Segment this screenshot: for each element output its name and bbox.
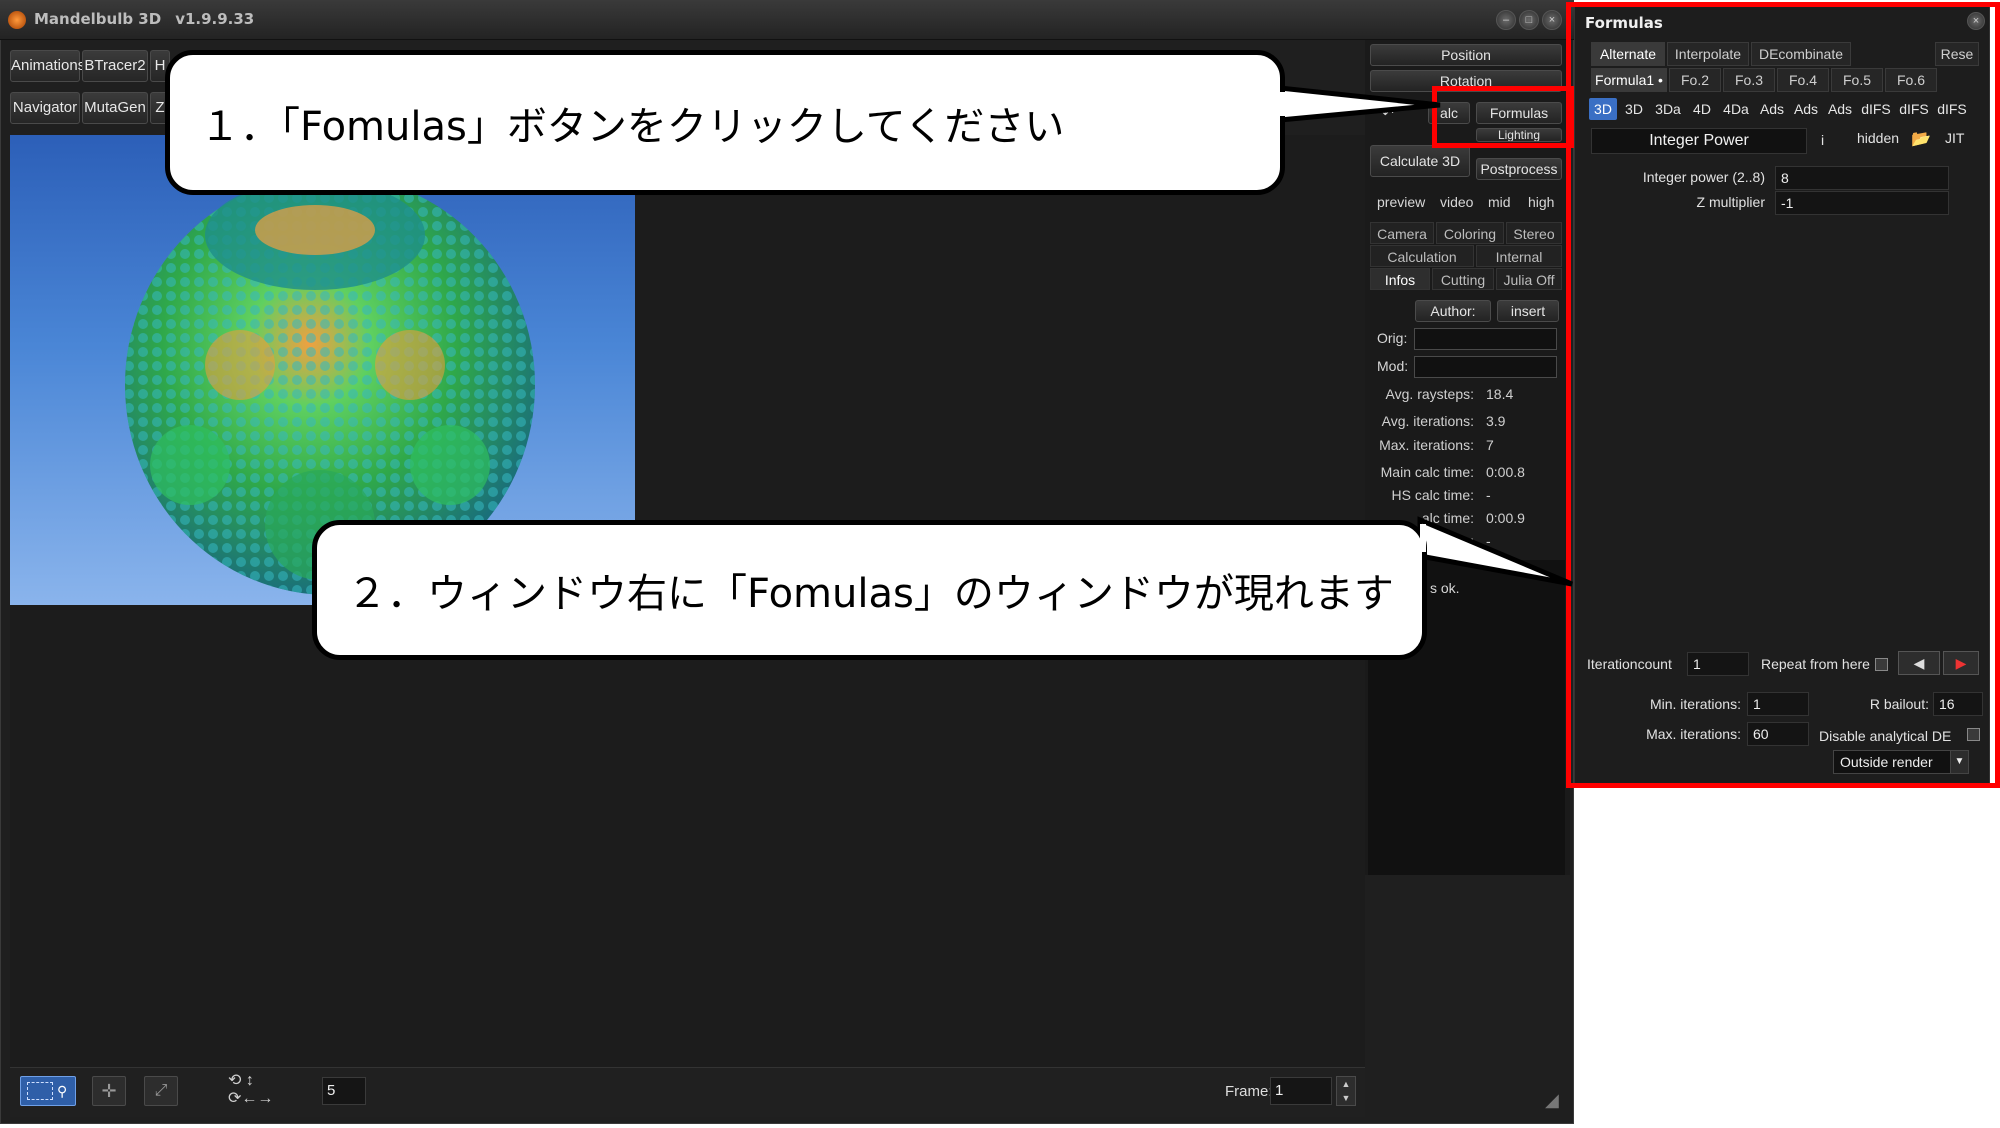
quality-preview[interactable]: preview bbox=[1377, 194, 1425, 210]
callout2-tail-join bbox=[1420, 524, 1426, 552]
magnifier-icon: ⚲ bbox=[57, 1083, 68, 1099]
marquee-icon bbox=[27, 1082, 53, 1100]
frame-spinner[interactable]: ▲ ▼ bbox=[1336, 1076, 1356, 1106]
crosshair-icon: ✛ bbox=[101, 1081, 117, 1101]
frame-input[interactable]: 1 bbox=[1270, 1077, 1332, 1105]
animations-button[interactable]: Animations bbox=[10, 50, 85, 82]
formulas-button-highlight bbox=[1432, 86, 1574, 148]
info-value-main-calc: 0:00.8 bbox=[1486, 464, 1525, 480]
step-count-input[interactable]: 5 bbox=[322, 1077, 366, 1105]
maximize-button[interactable]: □ bbox=[1519, 10, 1539, 30]
mod-input[interactable] bbox=[1414, 356, 1557, 378]
close-button[interactable]: × bbox=[1542, 10, 1562, 30]
btracer2-button[interactable]: BTracer2 bbox=[82, 50, 148, 82]
info-value-max-iterations: 7 bbox=[1486, 437, 1494, 453]
callout-step1-text: １．「Fomulas」ボタンをクリックしてください bbox=[200, 103, 1065, 150]
info-value-other-time: - bbox=[1486, 533, 1491, 549]
app-logo-icon bbox=[8, 11, 26, 29]
mod-label: Mod: bbox=[1377, 358, 1409, 374]
calculate3d-button[interactable]: Calculate 3D bbox=[1370, 145, 1470, 177]
tab-calculation[interactable]: Calculation bbox=[1370, 245, 1474, 267]
mutagen-button[interactable]: MutaGen bbox=[82, 92, 148, 124]
quality-video[interactable]: video bbox=[1440, 194, 1473, 210]
info-label-hs-calc: HS calc time: bbox=[1391, 487, 1474, 503]
bottom-toolbar: ⚲ ✛ ⤢ ⟲ ↕ ⟳←→ 5 Frame: 1 ▲ ▼ bbox=[10, 1067, 1365, 1117]
info-value-avg-iterations: 3.9 bbox=[1486, 413, 1506, 429]
pipette-icon: ⤢ bbox=[154, 1082, 168, 1099]
info-value-total-calc: 0:00.9 bbox=[1486, 510, 1525, 526]
info-label-avg-iterations: Avg. iterations: bbox=[1381, 413, 1474, 429]
callout-step2: ２．ウィンドウ右に「Fomulas」のウィンドウが現れます bbox=[312, 520, 1427, 660]
orig-label: Orig: bbox=[1377, 330, 1408, 346]
orig-input[interactable] bbox=[1414, 328, 1557, 350]
tab-julia-off[interactable]: Julia Off bbox=[1496, 268, 1562, 290]
tab-coloring[interactable]: Coloring bbox=[1436, 222, 1504, 244]
quality-high[interactable]: high bbox=[1528, 194, 1554, 210]
frame-label: Frame: bbox=[1225, 1083, 1273, 1100]
insert-button[interactable]: insert bbox=[1497, 300, 1559, 322]
app-version: v1.9.9.33 bbox=[175, 10, 255, 28]
info-label-raysteps: Avg. raysteps: bbox=[1385, 386, 1474, 402]
navigator-button[interactable]: Navigator bbox=[10, 92, 80, 124]
titlebar[interactable]: Mandelbulb 3D v1.9.9.33 – □ × bbox=[0, 0, 1574, 40]
info-label-main-calc: Main calc time: bbox=[1380, 464, 1474, 480]
postprocess-button[interactable]: Postprocess bbox=[1476, 158, 1562, 180]
status-text: s ok. bbox=[1430, 580, 1460, 596]
tab-infos[interactable]: Infos bbox=[1370, 268, 1430, 290]
navigation-arrows-icon: ⟲ ↕ ⟳←→ bbox=[228, 1072, 274, 1107]
undo-icon[interactable]: ↶ bbox=[1382, 105, 1394, 122]
minimize-button[interactable]: – bbox=[1496, 10, 1516, 30]
author-button[interactable]: Author: bbox=[1415, 300, 1491, 322]
crosshair-button[interactable]: ✛ bbox=[92, 1076, 126, 1106]
info-value-hs-calc: - bbox=[1486, 487, 1491, 503]
quality-mid[interactable]: mid bbox=[1488, 194, 1511, 210]
zoom-select-button[interactable]: ⚲ bbox=[20, 1076, 76, 1106]
tab-camera[interactable]: Camera bbox=[1370, 222, 1434, 244]
formulas-window-highlight bbox=[1566, 2, 2000, 788]
callout-step1: １．「Fomulas」ボタンをクリックしてください bbox=[165, 50, 1285, 195]
info-value-raysteps: 18.4 bbox=[1486, 386, 1514, 402]
window-title: Mandelbulb 3D v1.9.9.33 bbox=[34, 10, 254, 28]
info-label-max-iterations: Max. iterations: bbox=[1379, 437, 1474, 453]
resize-grip-icon[interactable]: ◢ bbox=[1545, 1090, 1559, 1111]
pick-button[interactable]: ⤢ bbox=[144, 1076, 178, 1106]
tab-internal[interactable]: Internal bbox=[1476, 245, 1562, 267]
tab-cutting[interactable]: Cutting bbox=[1432, 268, 1494, 290]
position-button[interactable]: Position bbox=[1370, 44, 1562, 66]
callout1-tail-join bbox=[1278, 92, 1288, 116]
callout-step2-text: ２．ウィンドウ右に「Fomulas」のウィンドウが現れます bbox=[347, 571, 1394, 617]
render-empty-area bbox=[10, 605, 1365, 1067]
tab-stereo[interactable]: Stereo bbox=[1506, 222, 1562, 244]
app-name: Mandelbulb 3D bbox=[34, 10, 162, 28]
